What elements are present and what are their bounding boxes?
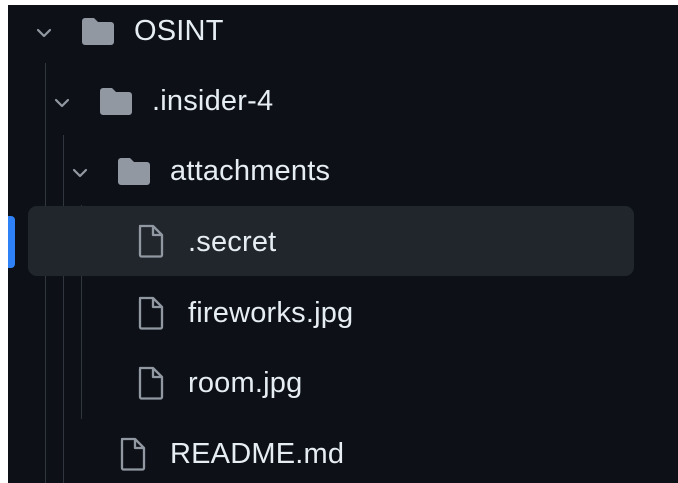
selected-row-highlight [28, 206, 634, 276]
tree-item-room-file[interactable]: room.jpg [8, 355, 678, 411]
chevron-down-icon[interactable] [70, 163, 90, 183]
chevron-down-icon[interactable] [52, 93, 72, 113]
folder-icon [98, 85, 134, 117]
file-icon [118, 436, 148, 472]
folder-icon [116, 155, 152, 187]
tree-item-label: fireworks.jpg [188, 297, 354, 329]
tree-item-label: OSINT [134, 15, 224, 47]
file-icon [136, 223, 166, 259]
tree-item-secret-file[interactable]: .secret [8, 206, 678, 276]
tree-item-osint-folder[interactable]: OSINT [8, 5, 678, 61]
tree-item-fireworks-file[interactable]: fireworks.jpg [8, 285, 678, 341]
tree-item-label: .insider-4 [152, 85, 274, 117]
active-item-indicator [8, 216, 15, 268]
tree-item-readme-file[interactable]: README.md [8, 426, 678, 482]
folder-icon [80, 15, 116, 47]
file-explorer-tree: OSINT .insider-4 attachments .secret fir… [8, 5, 678, 483]
tree-item-label: .secret [188, 226, 277, 258]
tree-item-attachments-folder[interactable]: attachments [8, 145, 678, 201]
file-icon [136, 365, 166, 401]
tree-item-label: room.jpg [188, 367, 303, 399]
tree-item-label: attachments [170, 155, 331, 187]
tree-item-label: README.md [170, 438, 345, 470]
file-icon [136, 295, 166, 331]
tree-item-insider-4-folder[interactable]: .insider-4 [8, 75, 678, 131]
chevron-down-icon[interactable] [34, 23, 54, 43]
